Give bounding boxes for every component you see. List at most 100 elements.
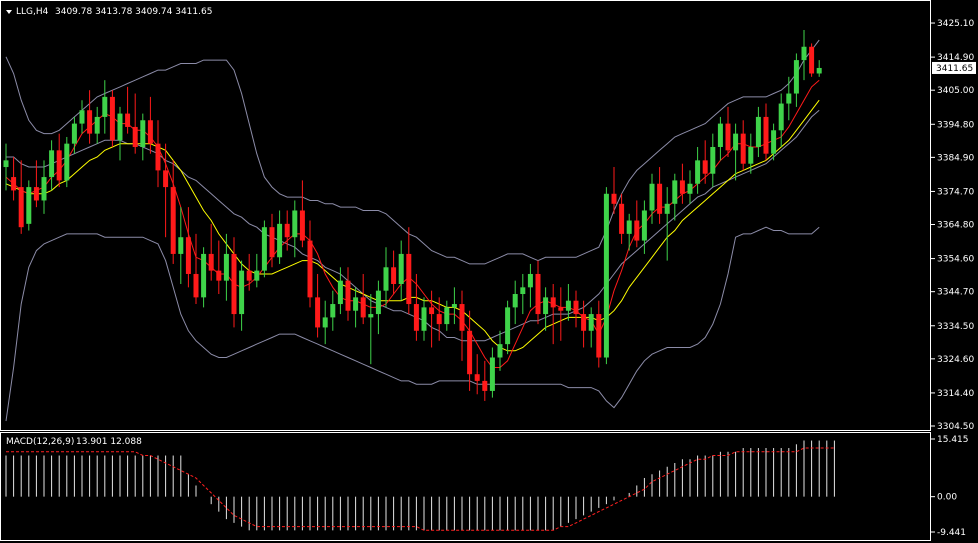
candle-body [140,120,146,147]
candle-body [512,294,518,308]
price-tick-label: 3384.90 [937,153,974,163]
macd-label: MACD(12,26,9) [6,437,74,447]
candle-body [360,297,366,318]
candle-body [71,123,77,144]
candle [801,30,807,81]
candle-body [261,227,267,271]
candle-body [436,314,442,325]
candle [733,123,739,181]
candle-body [748,146,754,164]
candle-body [49,150,55,178]
macd-axis: 15.415 0.00 -9.441 [931,435,969,538]
candle [94,106,100,144]
candle-body [717,123,723,147]
candle [383,247,389,308]
candle [201,247,207,308]
candle [360,273,366,325]
candle [588,307,594,348]
candle-body [330,304,336,318]
candle-body [345,280,351,311]
candle-body [687,183,693,194]
dropdown-triangle-icon[interactable] [6,10,12,14]
candle [702,140,708,184]
candle-body [201,253,207,298]
candle [315,273,321,338]
candle-body [801,46,807,61]
candle-body [421,307,427,331]
candlesticks [3,30,822,401]
price-tick-label: 3364.80 [937,221,974,231]
candle-body [284,223,290,238]
candle [330,290,336,331]
candle [429,290,435,348]
current-price-label: 3411.65 [936,64,973,74]
candle [512,280,518,325]
candle [3,143,9,191]
candle-body [695,160,701,184]
candle-body [79,110,85,124]
candle-body [375,290,381,315]
candle-body [763,116,769,154]
candle [497,330,503,371]
candle-body [223,253,229,281]
candle-body [239,270,245,315]
candle-body [429,307,435,315]
candle [140,113,146,161]
candle [657,167,663,224]
candle-body [611,193,617,204]
candle-body [292,210,298,238]
candle-body [664,203,670,214]
candle-body [550,297,556,308]
macd-tick-label: 15.415 [937,435,969,445]
candle-body [3,160,9,168]
candle [147,96,153,154]
candle [573,290,579,328]
candle-body [603,193,609,358]
candle-body [117,113,123,141]
candle [277,210,283,264]
candle-body [520,287,526,295]
candle-body [406,253,412,305]
candle [687,170,693,204]
candle-body [193,273,199,298]
candle [619,193,625,244]
candle-body [315,297,321,328]
candle-body [413,304,419,331]
candle-body [596,314,602,358]
candle [299,180,305,248]
candle-body [672,180,678,204]
candle-body [778,103,784,131]
price-panel-frame [0,0,931,431]
candle-body [467,330,473,375]
candle [778,93,784,147]
candle-body [147,120,153,144]
candle [603,187,609,365]
price-tick-label: 3314.40 [937,389,974,399]
candle [18,160,24,234]
candle-body [18,187,24,228]
candle-body [41,177,47,201]
candle [809,43,815,77]
candle-body [178,237,184,254]
candle-body [581,314,587,331]
candle [239,260,245,331]
candle [322,300,328,345]
candle-body [132,126,138,147]
candle [185,207,191,288]
candle-body [307,240,313,298]
price-tick-label: 3304.50 [937,422,974,432]
candle [368,294,374,365]
candle [755,106,761,158]
candle-body [398,253,404,284]
candle [155,120,161,188]
candle-body [254,270,260,281]
candle-body [459,304,465,331]
candle [596,300,602,368]
candle-body [391,267,397,284]
macd-signal-line [6,447,835,531]
candle-body [565,300,571,311]
candle-body [474,374,480,381]
candle [664,187,670,261]
candle-body [497,344,503,358]
candle [79,100,85,134]
